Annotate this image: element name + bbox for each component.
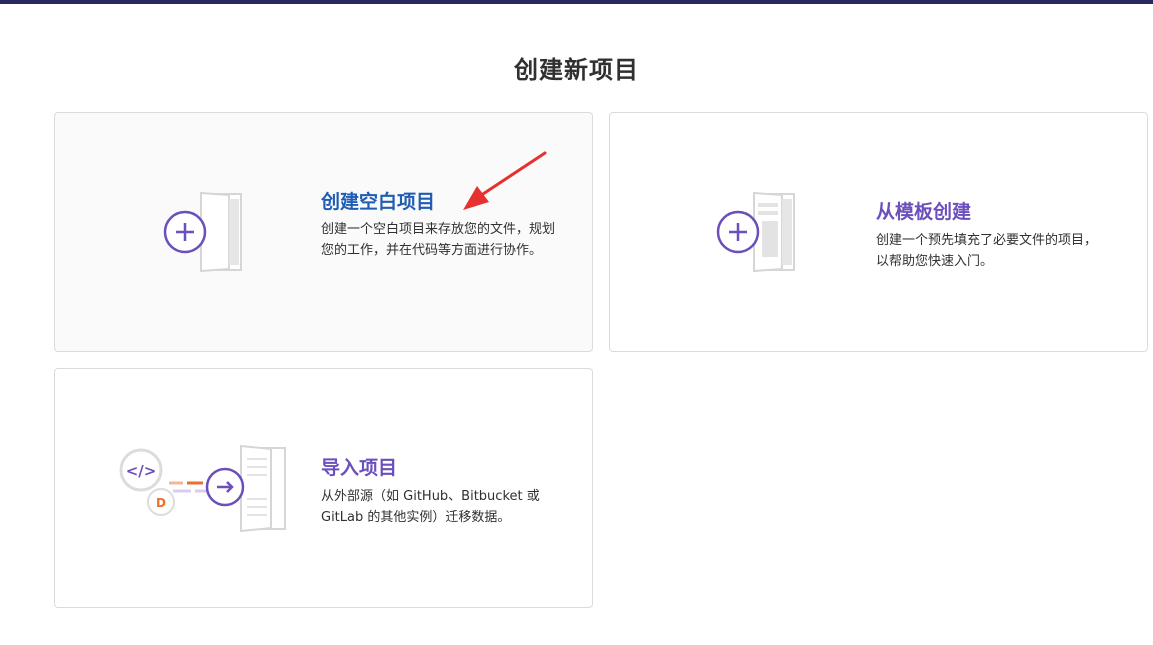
import-project-title: 导入项目 [321, 457, 398, 479]
svg-text:D: D [156, 496, 166, 510]
page-title: 创建新项目 [514, 56, 639, 84]
blank-project-title: 创建空白项目 [321, 191, 436, 213]
template-document-icon [716, 191, 795, 273]
import-project-card[interactable]: </> D 导入项目 从外部源（如 GitHub、Bitbucket 或 Git… [54, 368, 593, 608]
import-document-icon: </> D [119, 445, 286, 533]
top-bar [0, 0, 1153, 4]
svg-text:</>: </> [126, 462, 157, 480]
plus-document-icon [163, 191, 242, 273]
template-project-description: 创建一个预先填充了必要文件的项目，以帮助您快速入门。 [876, 233, 1098, 269]
template-project-title: 从模板创建 [876, 201, 972, 223]
blank-project-description: 创建一个空白项目来存放您的文件，规划您的工作，并在代码等方面进行协作。 [321, 222, 556, 258]
blank-project-card[interactable]: 创建空白项目 创建一个空白项目来存放您的文件，规划您的工作，并在代码等方面进行协… [54, 112, 593, 352]
template-project-card[interactable]: 从模板创建 创建一个预先填充了必要文件的项目，以帮助您快速入门。 [609, 112, 1148, 352]
import-project-description: 从外部源（如 GitHub、Bitbucket 或 GitLab 的其他实例）迁… [321, 489, 540, 525]
